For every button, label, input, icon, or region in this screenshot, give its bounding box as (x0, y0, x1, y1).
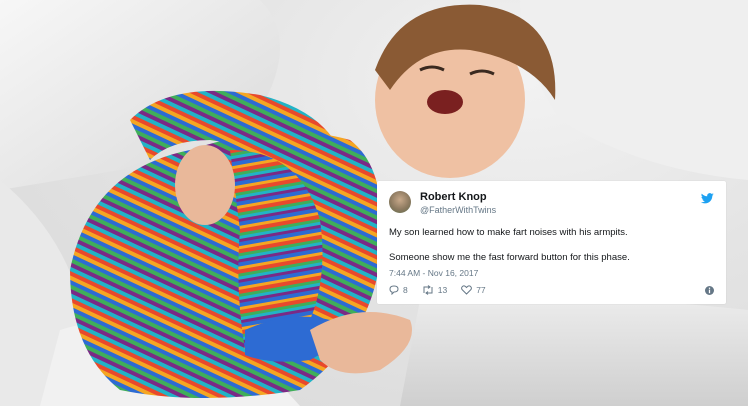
retweet-count: 13 (437, 285, 448, 295)
tweet-timestamp[interactable]: 7:44 AM - Nov 16, 2017 (389, 268, 478, 278)
tweet-card[interactable]: Robert Knop @FatherWithTwins My son lear… (377, 181, 726, 304)
avatar[interactable] (389, 191, 411, 213)
reply-button[interactable]: 8 (389, 285, 408, 295)
twitter-bird-icon[interactable] (701, 193, 714, 204)
info-icon[interactable] (705, 286, 714, 295)
reply-icon (389, 285, 399, 295)
tweet-line-1: My son learned how to make fart noises w… (389, 227, 628, 238)
retweet-icon (423, 285, 433, 295)
like-button[interactable]: 77 (461, 285, 486, 295)
like-count: 77 (476, 285, 486, 295)
heart-icon (461, 285, 473, 295)
author-name[interactable]: Robert Knop (420, 191, 487, 203)
tweet-actions: 8 13 77 (389, 285, 500, 295)
retweet-button[interactable]: 13 (422, 285, 447, 295)
tweet-line-2: Someone show me the fast forward button … (389, 252, 630, 263)
tweet-text: My son learned how to make fart noises w… (389, 227, 714, 264)
author-handle[interactable]: @FatherWithTwins (420, 205, 496, 215)
reply-count: 8 (403, 285, 408, 295)
